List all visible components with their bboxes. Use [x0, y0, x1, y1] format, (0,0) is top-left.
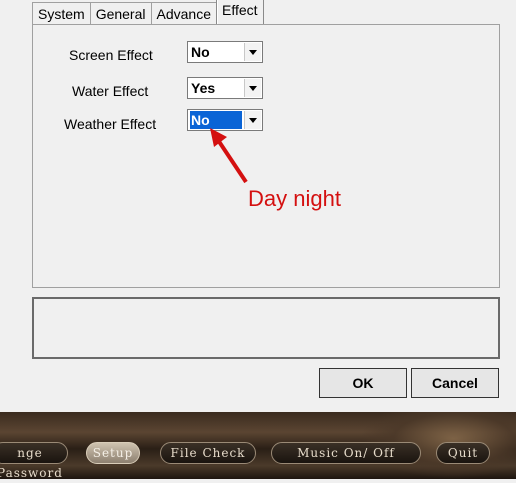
effect-panel: [32, 24, 500, 288]
screen-effect-select[interactable]: No: [187, 41, 263, 63]
weather-effect-label: Weather Effect: [64, 116, 157, 132]
annotation-text: Day night: [248, 186, 341, 211]
tab-general[interactable]: General: [89, 2, 152, 24]
file-check-button[interactable]: File Check: [160, 442, 256, 464]
setup-button[interactable]: Setup: [86, 442, 140, 464]
change-password-button[interactable]: nge Password: [0, 442, 68, 480]
tab-system[interactable]: System: [32, 2, 91, 24]
water-effect-value: Yes: [191, 80, 216, 96]
tab-effect[interactable]: Effect: [215, 0, 264, 24]
music-toggle-button[interactable]: Music On/ Off: [271, 442, 421, 464]
chevron-down-icon[interactable]: [244, 43, 261, 61]
annotation-arrow-icon: [210, 128, 248, 184]
water-effect-label: Water Effect: [72, 83, 149, 99]
screen-effect-value: No: [191, 44, 210, 60]
description-box: [32, 297, 500, 359]
screen-effect-label: Screen Effect: [69, 47, 153, 63]
chevron-down-icon[interactable]: [244, 79, 261, 97]
cancel-button[interactable]: Cancel: [411, 368, 499, 398]
ok-button[interactable]: OK: [319, 368, 407, 398]
water-effect-select[interactable]: Yes: [187, 77, 263, 99]
tab-bar: System General Advance Effect: [32, 0, 264, 26]
quit-button[interactable]: Quit: [436, 442, 490, 464]
tab-advance[interactable]: Advance: [150, 2, 217, 24]
